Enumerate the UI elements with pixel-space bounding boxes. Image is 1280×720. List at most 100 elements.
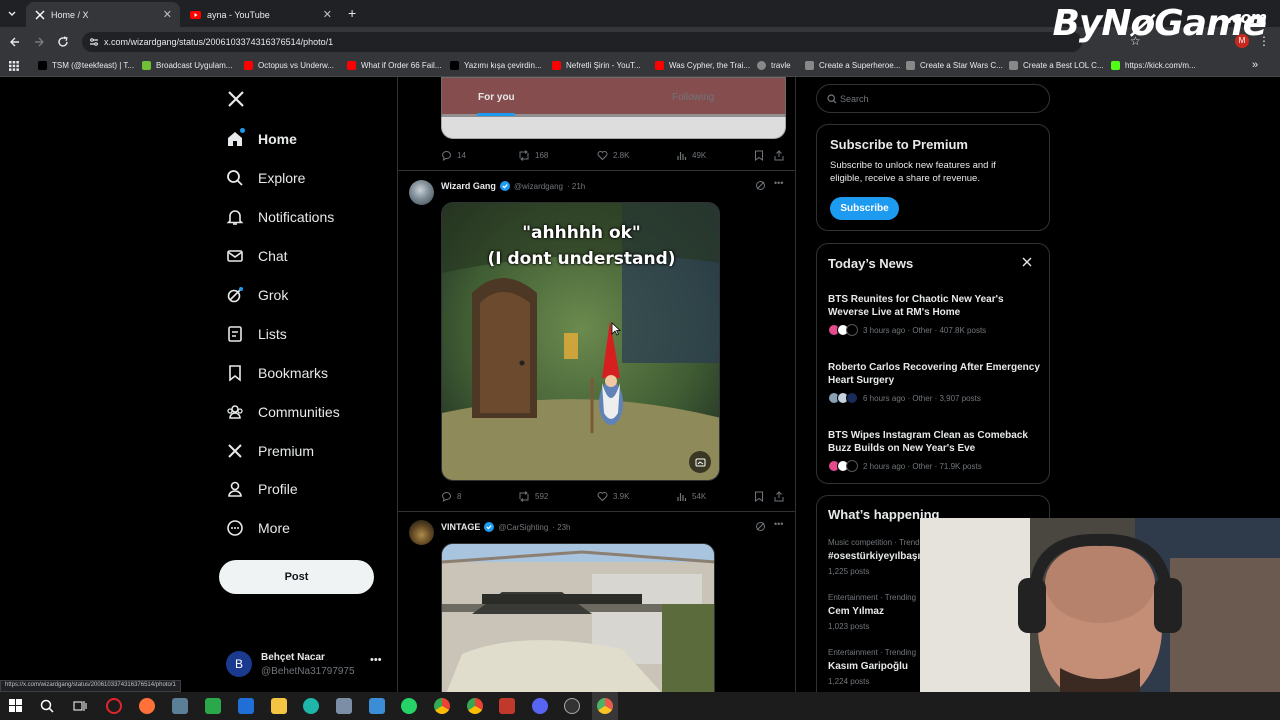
- bookmark-item[interactable]: Create a Superheroe...: [805, 61, 900, 70]
- like-button[interactable]: 2.8K: [597, 150, 629, 161]
- subscribe-button[interactable]: Subscribe: [830, 197, 899, 220]
- bookmark-item[interactable]: Broadcast Uygulam...: [142, 61, 232, 70]
- more-dots-icon[interactable]: •••: [370, 654, 382, 666]
- chevron-right-icon[interactable]: »: [1252, 59, 1258, 71]
- app-icon[interactable]: [172, 698, 188, 714]
- new-tab-icon[interactable]: +: [348, 5, 356, 21]
- tab-following[interactable]: Following: [672, 92, 714, 103]
- windows-start-icon[interactable]: [9, 699, 22, 712]
- bookmark-item[interactable]: Create a Star Wars C...: [906, 61, 1003, 70]
- views-button[interactable]: 49K: [676, 150, 706, 161]
- chrome-icon[interactable]: [434, 698, 450, 714]
- like-button[interactable]: 3.9K: [597, 491, 629, 502]
- tab-list-icon[interactable]: [6, 8, 18, 20]
- grok-actions-icon[interactable]: [755, 180, 766, 191]
- close-icon[interactable]: ✕: [163, 8, 172, 21]
- edge-icon[interactable]: [303, 698, 319, 714]
- author-name[interactable]: Wizard Gang: [441, 181, 496, 191]
- app-icon[interactable]: [369, 698, 385, 714]
- more-dots-icon[interactable]: •••: [774, 519, 783, 529]
- apps-icon[interactable]: [9, 61, 19, 71]
- bookmark-item[interactable]: Create a Best LOL C...: [1009, 61, 1104, 70]
- bookmark-item[interactable]: Octopus vs Underw...: [244, 61, 334, 70]
- post-media-image[interactable]: [441, 543, 715, 692]
- reload-icon[interactable]: [57, 36, 69, 48]
- post-time[interactable]: · 23h: [552, 523, 570, 532]
- bookmark-item[interactable]: travle: [757, 61, 791, 70]
- store-icon[interactable]: [205, 698, 221, 714]
- task-view-icon[interactable]: [73, 699, 87, 713]
- post-media-image[interactable]: "ahhhhh ok" (I dont understand): [441, 202, 720, 481]
- opera-icon[interactable]: [106, 698, 122, 714]
- nav-item-lists[interactable]: Lists: [226, 325, 287, 343]
- app-icon[interactable]: [499, 698, 515, 714]
- bookmark-icon[interactable]: [754, 491, 764, 502]
- firefox-icon[interactable]: [139, 698, 155, 714]
- share-icon[interactable]: [774, 491, 784, 502]
- nav-item-chat[interactable]: Chat: [226, 247, 288, 265]
- chrome-icon[interactable]: [467, 698, 483, 714]
- view-count: 49K: [692, 151, 707, 160]
- address-bar[interactable]: x.com/wizardgang/status/2006103374316376…: [82, 32, 1082, 52]
- bookmark-item[interactable]: Yazımı kışa çevirdin...: [450, 61, 542, 70]
- avatar[interactable]: [409, 520, 434, 545]
- app-icon[interactable]: [238, 698, 254, 714]
- expand-media-icon[interactable]: [689, 451, 711, 473]
- share-icon[interactable]: [774, 150, 784, 161]
- trend-item[interactable]: Entertainment · Trending Cem Yılmaz 1,02…: [828, 593, 916, 631]
- obs-icon[interactable]: [564, 698, 580, 714]
- discord-icon[interactable]: [532, 698, 548, 714]
- file-explorer-icon[interactable]: [271, 698, 287, 714]
- repost-button[interactable]: 592: [518, 491, 548, 502]
- nav-item-bookmarks[interactable]: Bookmarks: [226, 364, 328, 382]
- grok-actions-icon[interactable]: [755, 521, 766, 532]
- more-dots-icon[interactable]: •••: [774, 178, 783, 188]
- nav-item-more[interactable]: More: [226, 519, 290, 537]
- bookmark-item[interactable]: What if Order 66 Fail...: [347, 61, 441, 70]
- close-icon[interactable]: [1022, 257, 1032, 267]
- search-icon[interactable]: [40, 699, 54, 713]
- reply-button[interactable]: 14: [441, 150, 466, 161]
- post-button[interactable]: Post: [219, 560, 374, 594]
- nav-item-explore[interactable]: Explore: [226, 169, 305, 187]
- site-info-icon[interactable]: [89, 37, 99, 47]
- tab-for-you[interactable]: For you: [478, 92, 515, 103]
- tab-label: Home / X: [51, 9, 89, 20]
- views-button[interactable]: 54K: [676, 491, 706, 502]
- app-icon[interactable]: [336, 698, 352, 714]
- close-icon[interactable]: ✕: [323, 8, 332, 21]
- bookmark-item[interactable]: https://kick.com/m...: [1111, 61, 1196, 70]
- nav-item-premium[interactable]: Premium: [226, 442, 314, 460]
- repost-button[interactable]: 168: [518, 150, 548, 161]
- news-item[interactable]: BTS Reunites for Chaotic New Year's Weve…: [828, 293, 1043, 336]
- nav-item-profile[interactable]: Profile: [226, 480, 298, 498]
- bookmark-label: What if Order 66 Fail...: [361, 61, 442, 70]
- nav-item-notifications[interactable]: Notifications: [226, 208, 334, 226]
- trend-item[interactable]: Entertainment · Trending Kasım Garipoğlu…: [828, 648, 916, 686]
- bookmark-item[interactable]: Nefretli Şirin - YouT...: [552, 61, 641, 70]
- bookmark-icon[interactable]: [754, 150, 764, 161]
- author-handle[interactable]: @CarSighting: [498, 523, 548, 532]
- news-item[interactable]: BTS Wipes Instagram Clean as Comeback Bu…: [828, 429, 1043, 472]
- bookmark-item[interactable]: Was Cypher, the Trai...: [655, 61, 750, 70]
- author-handle[interactable]: @wizardgang: [514, 182, 563, 191]
- search-input[interactable]: Search: [816, 84, 1050, 113]
- news-item[interactable]: Roberto Carlos Recovering After Emergenc…: [828, 361, 1043, 404]
- heart-icon: [597, 151, 608, 161]
- nav-item-communities[interactable]: Communities: [226, 403, 340, 421]
- author-name[interactable]: VINTAGE: [441, 522, 480, 532]
- forward-icon[interactable]: [33, 36, 45, 48]
- whatsapp-icon[interactable]: [401, 698, 417, 714]
- nav-item-grok[interactable]: Grok: [226, 286, 288, 304]
- tab-x-home[interactable]: Home / X ✕: [26, 2, 180, 27]
- nav-item-home[interactable]: Home: [226, 128, 297, 148]
- back-icon[interactable]: [9, 36, 21, 48]
- post-time[interactable]: · 21h: [567, 182, 585, 191]
- reply-button[interactable]: 8: [441, 491, 461, 502]
- x-logo-icon[interactable]: [227, 90, 245, 108]
- trend-item[interactable]: Music competition · Trending #osestürkiy…: [828, 538, 930, 576]
- account-switcher[interactable]: B Behçet Nacar @BehetNa31797975 •••: [226, 649, 396, 683]
- avatar[interactable]: [409, 180, 434, 205]
- tab-youtube[interactable]: ayna - YouTube ✕: [182, 2, 340, 27]
- bookmark-item[interactable]: TSM (@teekfeast) | T...: [38, 61, 134, 70]
